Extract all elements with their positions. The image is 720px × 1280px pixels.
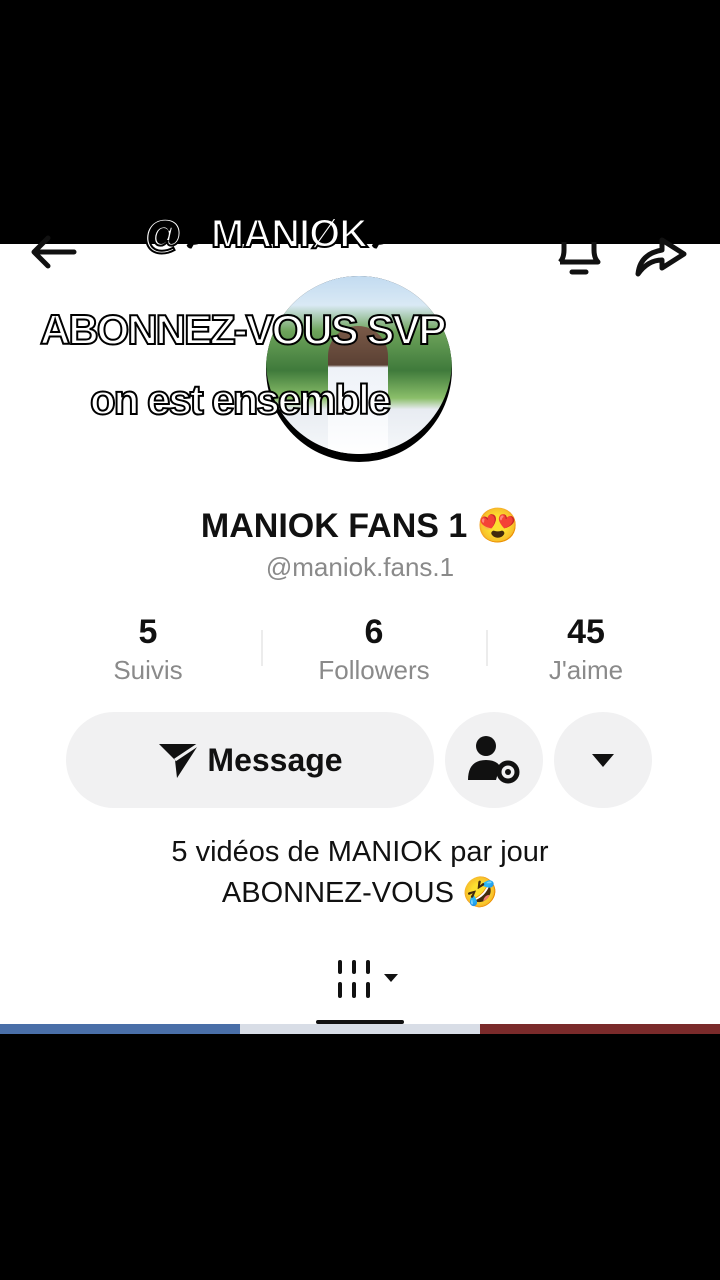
video-thumbnail[interactable] [480, 1024, 720, 1034]
stat-likes-label: J'aime [548, 655, 624, 685]
stat-followers-value: 6 [364, 613, 384, 651]
video-grid [0, 1024, 720, 1034]
message-button-label: Message [207, 741, 343, 778]
more-dropdown-button[interactable] [554, 712, 652, 808]
stat-likes[interactable]: 45 J'aime [486, 612, 686, 688]
stat-following-label: Suivis [113, 655, 183, 685]
profile-handle: @maniok.fans.1 [265, 552, 455, 582]
profile-name: MANIOK FANS 1 😍 [200, 507, 520, 545]
avatar-photo [266, 276, 452, 454]
video-thumbnail[interactable] [0, 1024, 240, 1034]
caret-down-icon [592, 754, 614, 767]
bio-line-1: 5 vidéos de MANIOK par jour [171, 836, 549, 868]
avatar[interactable] [266, 276, 452, 462]
friends-settings-button[interactable] [445, 712, 543, 808]
share-arrow-icon [635, 237, 687, 277]
video-thumbnail[interactable] [240, 1024, 480, 1034]
bell-icon [558, 242, 601, 275]
overlay-title: @⸙MANIØK⸙ [143, 211, 398, 257]
sticker-text-subscribe: ABONNEZ-VOUS SVP [39, 305, 447, 354]
message-button[interactable]: Message [66, 712, 434, 808]
person-gear-icon [468, 736, 520, 784]
stat-following-value: 5 [138, 613, 158, 651]
videos-tab[interactable] [336, 958, 402, 1002]
stat-followers-label: Followers [318, 655, 430, 685]
stat-divider [261, 630, 263, 666]
send-icon [159, 742, 201, 778]
notification-bell-button[interactable] [554, 232, 604, 278]
grid-icon [338, 960, 398, 998]
stat-following[interactable]: 5 Suivis [48, 612, 248, 688]
bio-line-2: ABONNEZ-VOUS 🤣 [221, 877, 499, 909]
share-button[interactable] [632, 234, 688, 278]
sticker-text-together: on est ensemble [89, 375, 392, 424]
stat-followers[interactable]: 6 Followers [274, 612, 474, 688]
stat-likes-value: 45 [567, 613, 605, 651]
